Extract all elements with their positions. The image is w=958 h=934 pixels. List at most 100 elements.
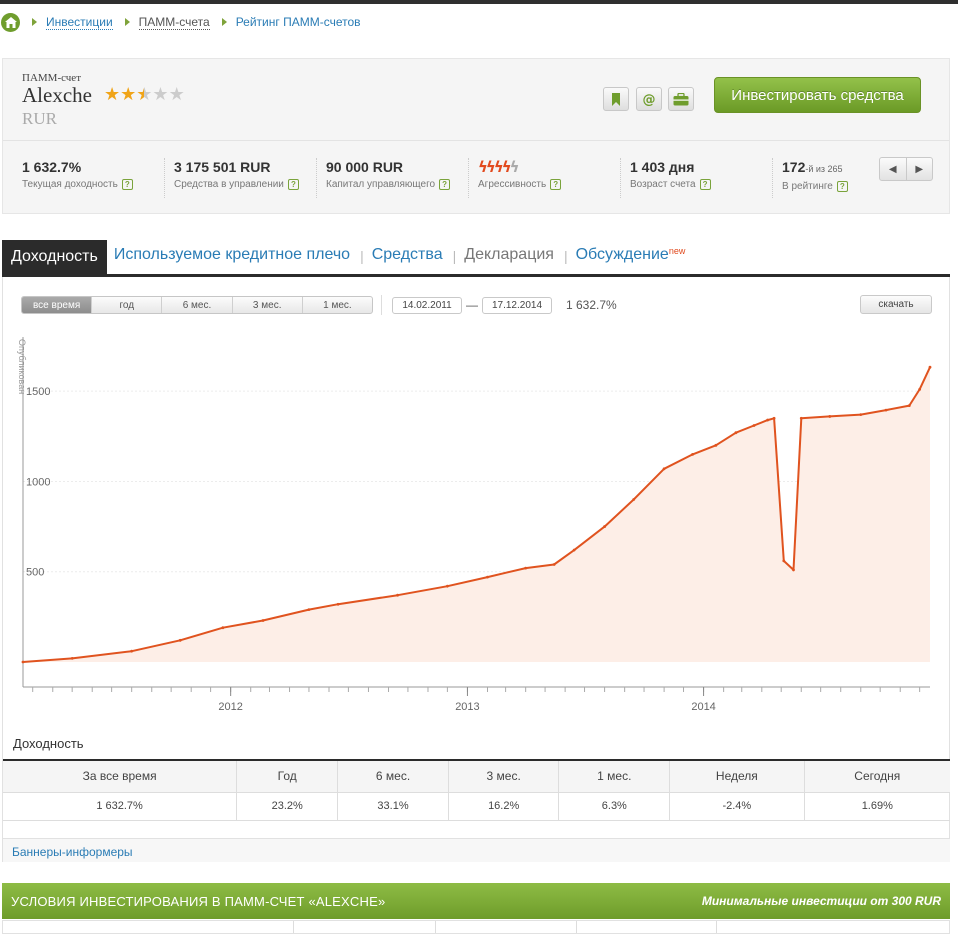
stat-label: Текущая доходность bbox=[22, 179, 118, 190]
tab-funds[interactable]: Средства bbox=[372, 240, 451, 274]
data-point bbox=[632, 498, 636, 501]
yield-table-header: 3 мес. bbox=[447, 760, 559, 793]
help-icon[interactable]: ? bbox=[121, 179, 133, 190]
stats-bar: 1 632.7% Текущая доходность? 3 175 501 R… bbox=[3, 142, 949, 214]
date-from-input[interactable]: 14.02.2011 bbox=[392, 296, 462, 314]
star-icon: ★ bbox=[168, 84, 185, 105]
stat-value: 1 403 дня bbox=[630, 159, 695, 175]
star-icon: ★ bbox=[136, 84, 153, 105]
stat-rating-position: 172-й из 265 В рейтинге? bbox=[772, 158, 872, 198]
yield-table-header-row: За все время Год 6 мес. 3 мес. 1 мес. Неделя С… bbox=[3, 760, 950, 793]
yield-table-header: Год bbox=[236, 760, 338, 793]
data-point bbox=[714, 443, 718, 447]
data-point bbox=[396, 593, 399, 597]
tab-declaration[interactable]: Декларация bbox=[464, 240, 562, 274]
help-icon[interactable]: ? bbox=[699, 179, 711, 190]
data-point bbox=[782, 559, 786, 563]
yield-table-cell: 6.3% bbox=[558, 792, 670, 821]
tab-separator: | bbox=[452, 248, 457, 264]
yield-table-header: 6 мес. bbox=[337, 760, 449, 793]
portfolio-button[interactable] bbox=[668, 87, 694, 111]
breadcrumb: Инвестиции ПАММ-счета Рейтинг ПАММ-счето… bbox=[0, 10, 361, 34]
data-point bbox=[752, 424, 756, 427]
period-6-months[interactable]: 6 мес. bbox=[161, 297, 231, 313]
period-year[interactable]: год bbox=[91, 297, 161, 313]
x-tick-label: 2014 bbox=[691, 701, 715, 712]
yield-table-cell: -2.4% bbox=[669, 792, 805, 821]
download-button[interactable]: скачать bbox=[860, 295, 932, 314]
stat-funds-under-management: 3 175 501 RUR Средства в управлении? bbox=[164, 158, 314, 198]
tab-leverage[interactable]: Используемое кредитное плечо bbox=[114, 240, 358, 274]
data-point bbox=[918, 387, 922, 391]
data-point bbox=[766, 418, 770, 422]
yield-table: За все время Год 6 мес. 3 мес. 1 мес. Неделя С… bbox=[3, 759, 950, 821]
next-account-button[interactable]: ▶ bbox=[907, 158, 933, 180]
prev-account-button[interactable]: ◀ bbox=[880, 158, 907, 180]
data-point bbox=[859, 413, 863, 417]
help-icon[interactable]: ? bbox=[287, 179, 299, 190]
period-3-months[interactable]: 3 мес. bbox=[231, 297, 302, 313]
date-range-dash: — bbox=[466, 298, 478, 312]
min-investment-note: Минимальные инвестиции от 300 RUR bbox=[701, 894, 941, 908]
breadcrumb-separator-icon bbox=[124, 18, 130, 26]
stat-account-age: 1 403 дня Возраст счета? bbox=[620, 158, 770, 198]
help-icon[interactable]: ? bbox=[836, 181, 848, 192]
data-point bbox=[130, 649, 134, 653]
period-all-time[interactable]: все время bbox=[22, 297, 92, 313]
invest-funds-button[interactable]: Инвестировать средства bbox=[714, 77, 921, 113]
yield-table-title: Доходность bbox=[13, 736, 84, 751]
top-bar bbox=[0, 0, 958, 4]
breadcrumb-item-pamm-accounts[interactable]: ПАММ-счета bbox=[138, 15, 210, 30]
help-icon[interactable]: ? bbox=[550, 179, 562, 190]
tab-bar: Доходность Используемое кредитное плечо … bbox=[2, 240, 950, 277]
star-icon: ★ bbox=[120, 84, 137, 105]
tab-yield[interactable]: Доходность bbox=[2, 240, 107, 274]
breadcrumb-separator-icon bbox=[32, 18, 37, 26]
banners-link[interactable]: Баннеры-информеры bbox=[12, 845, 133, 859]
yield-table-header: 1 мес. bbox=[558, 760, 670, 793]
data-point bbox=[261, 619, 265, 622]
breadcrumb-item-rating[interactable]: Рейтинг ПАММ-счетов bbox=[236, 15, 361, 29]
data-point bbox=[734, 431, 738, 435]
email-icon: @ bbox=[643, 93, 656, 107]
range-yield-value: 1 632.7% bbox=[566, 298, 617, 312]
stat-value: 90 000 RUR bbox=[326, 159, 404, 175]
stat-value: 1 632.7% bbox=[22, 159, 82, 175]
breadcrumb-item-investments[interactable]: Инвестиции bbox=[46, 15, 113, 30]
bookmark-icon bbox=[612, 92, 620, 106]
tab-discussion[interactable]: Обсуждениеnew bbox=[576, 240, 694, 274]
email-button[interactable]: @ bbox=[636, 87, 662, 111]
aggressiveness-bolts-icon: ϟϟϟϟϟ bbox=[478, 158, 618, 176]
table-row: 1 632.7% 23.2% 33.1% 16.2% 6.3% -2.4% 1.69% bbox=[3, 792, 950, 821]
yield-table-cell: 16.2% bbox=[447, 792, 559, 821]
data-point bbox=[691, 452, 694, 456]
help-icon[interactable]: ? bbox=[439, 179, 451, 190]
bolt-icon: ϟ bbox=[478, 158, 488, 176]
stat-value-suffix: -й из 265 bbox=[805, 164, 843, 174]
star-icon: ★ bbox=[104, 84, 121, 105]
data-point bbox=[772, 416, 776, 420]
data-point bbox=[21, 660, 25, 664]
home-icon[interactable] bbox=[1, 12, 20, 32]
data-point bbox=[221, 626, 225, 630]
new-badge: new bbox=[668, 246, 686, 256]
period-1-month[interactable]: 1 мес. bbox=[301, 297, 372, 313]
tab-separator: | bbox=[563, 248, 568, 264]
yield-chart-panel: все время год 6 мес. 3 мес. 1 мес. 14.02… bbox=[2, 277, 950, 862]
bookmark-button[interactable] bbox=[603, 87, 629, 111]
data-point bbox=[178, 638, 182, 642]
data-point bbox=[307, 608, 311, 612]
stat-label: Капитал управляющего bbox=[326, 179, 436, 190]
date-to-input[interactable]: 17.12.2014 bbox=[482, 296, 552, 314]
table-divider bbox=[293, 921, 294, 933]
x-tick-label: 2012 bbox=[218, 701, 242, 712]
yield-table-cell: 1.69% bbox=[803, 792, 950, 821]
bolt-icon: ϟ bbox=[501, 158, 512, 176]
data-point bbox=[70, 656, 74, 660]
stat-value: 172 bbox=[782, 159, 806, 175]
conditions-title: УСЛОВИЯ ИНВЕСТИРОВАНИЯ В ПАММ-СЧЕТ «ALEX… bbox=[11, 894, 386, 909]
y-axis-title: Опубликован bbox=[17, 339, 27, 395]
data-point bbox=[828, 415, 832, 418]
table-divider bbox=[716, 921, 717, 933]
date-range: 14.02.2011 — 17.12.2014 1 632.7% bbox=[381, 295, 617, 315]
